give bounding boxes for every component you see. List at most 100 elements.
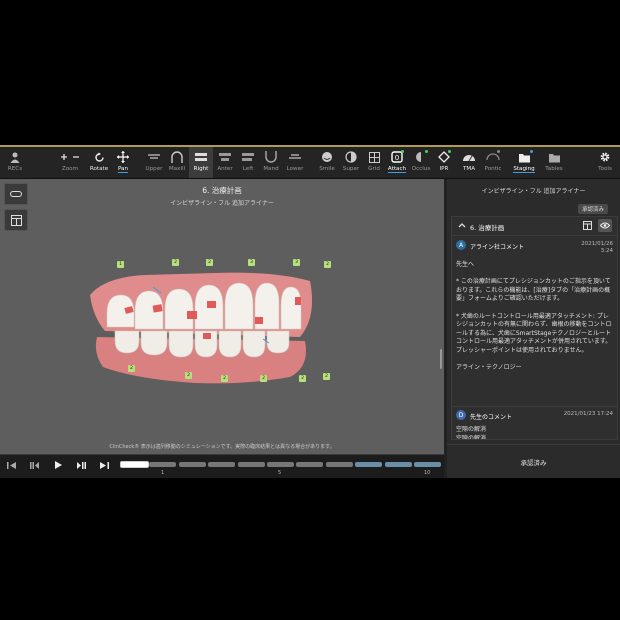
lower-button[interactable]: Lower bbox=[283, 147, 307, 178]
card-header[interactable]: 6. 治療計画 bbox=[452, 217, 617, 236]
stage-segment[interactable] bbox=[355, 462, 383, 467]
attachment-marker[interactable]: 2 bbox=[206, 259, 213, 266]
maxillary-icon bbox=[171, 150, 183, 164]
left-view-button[interactable]: Left bbox=[237, 147, 259, 178]
anterior-view-icon bbox=[218, 150, 232, 164]
stage-segment[interactable] bbox=[414, 462, 441, 467]
stage-segment[interactable] bbox=[120, 461, 149, 468]
comment-separator bbox=[452, 406, 617, 407]
step-forward-button[interactable] bbox=[74, 459, 88, 471]
zoom-button[interactable]: Zoom bbox=[55, 147, 85, 178]
play-button[interactable] bbox=[51, 459, 65, 471]
grid-icon bbox=[368, 150, 380, 164]
smile-button[interactable]: Smile bbox=[315, 147, 339, 178]
stage-timeline: 1 5 10 bbox=[0, 455, 444, 478]
smile-icon bbox=[321, 150, 333, 164]
stage-segment[interactable] bbox=[325, 462, 353, 467]
dental-model[interactable] bbox=[85, 257, 335, 397]
attachment-marker[interactable]: 3 bbox=[248, 259, 255, 266]
stage-label: 1 bbox=[161, 470, 165, 476]
skip-start-button[interactable] bbox=[4, 459, 18, 471]
panel-title: インビザライン・フル 追加アライナー bbox=[481, 188, 586, 195]
step-forward-icon bbox=[76, 461, 86, 469]
comment-author: 先生のコメント bbox=[470, 414, 513, 421]
tma-button[interactable]: TMA bbox=[457, 147, 481, 178]
attachment-marker[interactable]: 2 bbox=[260, 375, 267, 382]
chevron-up-icon[interactable] bbox=[458, 221, 466, 229]
attach-badge bbox=[401, 150, 404, 153]
stage-label: 5 bbox=[278, 470, 282, 476]
person-icon bbox=[10, 150, 20, 164]
occlus-badge bbox=[425, 150, 428, 153]
svg-text:0: 0 bbox=[395, 154, 399, 162]
skip-start-icon bbox=[6, 461, 16, 469]
form-icon bbox=[582, 221, 592, 230]
comment-date: 2021/01/26 3:24 bbox=[581, 241, 613, 254]
maxill-button[interactable]: Maxill bbox=[166, 147, 188, 178]
3d-viewport[interactable]: 6. 治療計画 インビザライン・フル 追加アライナー 1 2 2 3 3 2 2… bbox=[0, 179, 444, 454]
attachment-marker[interactable]: 2 bbox=[172, 259, 179, 266]
clincheck-app: RECs Zoom Rotate Pan Upper Maxill Right bbox=[0, 145, 620, 478]
attachment-marker[interactable]: 2 bbox=[185, 372, 192, 379]
skip-end-icon bbox=[99, 461, 109, 469]
step-back-icon bbox=[29, 461, 39, 469]
avatar: D bbox=[456, 410, 466, 420]
approved-button[interactable]: 承認済み bbox=[447, 444, 620, 478]
attachment-marker[interactable]: 3 bbox=[293, 259, 300, 266]
ipr-button[interactable]: IPR bbox=[433, 147, 455, 178]
pan-button[interactable]: Pan bbox=[112, 147, 134, 178]
comment-date: 2021/01/23 17:24 bbox=[563, 411, 613, 417]
staging-button[interactable]: Staging bbox=[511, 147, 537, 178]
recs-button[interactable]: RECs bbox=[2, 147, 28, 178]
stage-segment[interactable] bbox=[237, 462, 265, 467]
approved-chip: 承認済み bbox=[577, 204, 608, 214]
viewport-scroll-handle[interactable] bbox=[440, 349, 442, 369]
treatment-plan-card: 6. 治療計画 A アライン社コメント 2021/01/26 3:24 先生へ *… bbox=[451, 216, 618, 440]
step-back-button[interactable] bbox=[27, 459, 41, 471]
stage-segment[interactable] bbox=[149, 462, 177, 467]
stage-segment[interactable] bbox=[208, 462, 236, 467]
pontic-button[interactable]: Pontic bbox=[481, 147, 505, 178]
attachment-marker[interactable]: 2 bbox=[299, 375, 306, 382]
stage-segment[interactable] bbox=[267, 462, 294, 467]
attachment-marker[interactable]: 2 bbox=[324, 261, 331, 268]
align-comment: A アライン社コメント 2021/01/26 3:24 先生へ * この治療計画に… bbox=[456, 240, 613, 400]
tables-button[interactable]: Tables bbox=[541, 147, 567, 178]
play-icon bbox=[54, 461, 62, 469]
upper-button[interactable]: Upper bbox=[142, 147, 166, 178]
lower-jaw-icon bbox=[288, 150, 302, 164]
toolbar: RECs Zoom Rotate Pan Upper Maxill Right bbox=[0, 147, 620, 179]
superimpose-button[interactable]: Super bbox=[339, 147, 363, 178]
superimpose-icon bbox=[345, 150, 357, 164]
view-toggle-button[interactable] bbox=[4, 183, 28, 205]
tools-button[interactable]: Tools bbox=[592, 147, 618, 178]
mand-button[interactable]: Mand bbox=[259, 147, 283, 178]
card-title: 6. 治療計画 bbox=[470, 224, 505, 232]
attachment-marker[interactable]: 2 bbox=[128, 365, 135, 372]
stage-segment[interactable] bbox=[384, 462, 412, 467]
attachment-marker[interactable]: 2 bbox=[221, 375, 228, 382]
simulation-disclaimer: ClinCheck® 表示は歯列移動のシミュレーションです。実際の臨床結果とは異… bbox=[109, 444, 335, 450]
stage-segment[interactable] bbox=[178, 462, 206, 467]
visibility-button[interactable] bbox=[598, 219, 612, 232]
right-view-button[interactable]: Right bbox=[189, 147, 213, 178]
comments-panel: インビザライン・フル 追加アライナー 承認済み 6. 治療計画 A アライン社コ… bbox=[447, 179, 620, 478]
attach-button[interactable]: 0 Attach bbox=[385, 147, 409, 178]
viewport-title: 6. 治療計画 bbox=[202, 186, 242, 195]
anter-view-button[interactable]: Anter bbox=[213, 147, 237, 178]
attachment-marker[interactable]: 1 bbox=[117, 261, 124, 268]
rotate-button[interactable]: Rotate bbox=[87, 147, 111, 178]
right-view-icon bbox=[194, 150, 208, 164]
panel-layout-button[interactable] bbox=[4, 209, 28, 231]
rotate-icon bbox=[94, 150, 105, 164]
left-view-icon bbox=[241, 150, 255, 164]
occlus-button[interactable]: Occlus bbox=[409, 147, 433, 178]
stage-segment[interactable] bbox=[296, 462, 324, 467]
grid-button[interactable]: Grid bbox=[363, 147, 385, 178]
attachment-marker[interactable]: 2 bbox=[323, 373, 330, 380]
skip-end-button[interactable] bbox=[97, 459, 111, 471]
comment-author: アライン社コメント bbox=[470, 244, 525, 251]
form-button[interactable] bbox=[580, 219, 594, 232]
doctor-comment: D 先生のコメント 2021/01/23 17:24 空隙の解消 空隙の解消 叢… bbox=[456, 410, 613, 440]
comment-body: 空隙の解消 空隙の解消 叢生の解 bbox=[456, 426, 487, 440]
